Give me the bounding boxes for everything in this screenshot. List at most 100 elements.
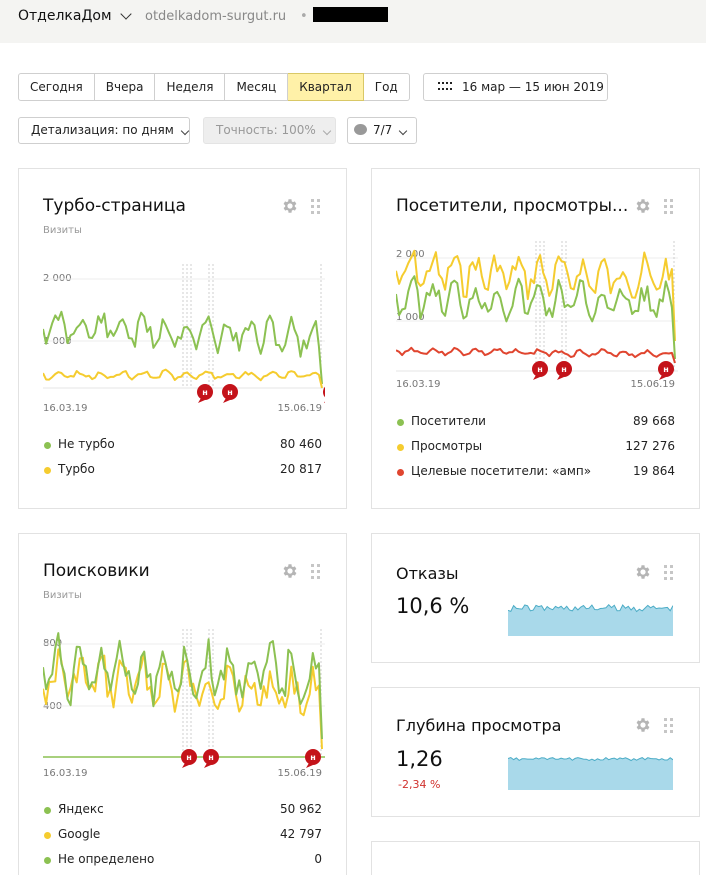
- widget-search-engines: Поисковики Визиты 800 400 ннн 16.03.19 1…: [18, 533, 347, 875]
- site-switcher[interactable]: ОтделкаДом: [18, 8, 132, 24]
- annotation-marker[interactable]: н: [556, 361, 572, 380]
- chevron-down-icon: [399, 126, 408, 136]
- svg-text:н: н: [537, 365, 543, 374]
- annotation-marker[interactable]: н: [305, 749, 321, 768]
- legend-dot: [44, 467, 51, 474]
- annotation-marker[interactable]: н: [181, 749, 197, 768]
- legend-value: 20 817: [280, 462, 322, 476]
- notes-select-label: 7/7: [373, 123, 393, 137]
- period-yesterday-button[interactable]: Вчера: [94, 73, 156, 101]
- legend-label: Просмотры: [411, 439, 483, 453]
- sparkline-area: [508, 757, 673, 790]
- drag-handle-icon[interactable]: [664, 199, 673, 214]
- gear-icon[interactable]: [634, 563, 652, 581]
- comment-icon: [354, 124, 367, 135]
- gear-icon[interactable]: [634, 197, 652, 215]
- widget-next: [371, 841, 700, 875]
- bounce-sparkline: [508, 603, 673, 636]
- legend-item[interactable]: Просмотры 127 276: [396, 439, 675, 455]
- drag-handle-icon[interactable]: [664, 718, 673, 733]
- series-line: [396, 249, 676, 342]
- widget-title: Поисковики: [43, 561, 150, 581]
- date-range-button[interactable]: 16 мар — 15 июн 2019: [423, 73, 608, 101]
- annotation-marker[interactable]: н: [532, 361, 548, 380]
- legend-label: Посетители: [411, 414, 486, 428]
- redacted-block: [313, 7, 388, 22]
- depth-value: 1,26: [396, 747, 443, 771]
- date-range-label: 16 мар — 15 июн 2019: [462, 80, 604, 94]
- period-month-button[interactable]: Месяц: [225, 73, 289, 101]
- drag-handle-icon[interactable]: [664, 565, 673, 580]
- legend-dot: [397, 419, 404, 426]
- detail-select-label: Детализация: по дням: [31, 123, 174, 137]
- x-tick-end: 15.06.19: [277, 768, 322, 779]
- gear-icon[interactable]: [281, 197, 299, 215]
- svg-text:н: н: [310, 753, 316, 762]
- legend-dot: [44, 807, 51, 814]
- legend-value: 127 276: [625, 439, 675, 453]
- legend-value: 50 962: [280, 802, 322, 816]
- legend-label: Турбо: [58, 462, 95, 476]
- depth-sparkline: [508, 756, 673, 790]
- period-switcher: Сегодня Вчера Неделя Месяц Квартал Год: [18, 73, 410, 101]
- drag-handle-icon[interactable]: [311, 564, 320, 579]
- widget-page-depth: Глубина просмотра 1,26 -2,34 %: [371, 687, 700, 817]
- turbo-chart: ннн: [43, 264, 325, 403]
- svg-text:н: н: [561, 365, 567, 374]
- svg-text:н: н: [663, 365, 669, 374]
- chevron-down-icon: [180, 126, 190, 136]
- widget-title: Отказы: [396, 564, 459, 583]
- annotation-marker[interactable]: н: [658, 361, 674, 380]
- widget-title: Турбо-страница: [43, 196, 186, 216]
- widget-subtitle: Визиты: [43, 590, 82, 601]
- period-week-button[interactable]: Неделя: [155, 73, 226, 101]
- drag-handle-icon[interactable]: [311, 199, 320, 214]
- legend-item[interactable]: Турбо 20 817: [43, 462, 322, 478]
- annotation-marker[interactable]: н: [222, 384, 238, 403]
- sparkline-area: [508, 604, 673, 636]
- x-tick-start: 16.03.19: [43, 403, 88, 414]
- detail-select[interactable]: Детализация: по дням: [18, 117, 190, 144]
- period-year-button[interactable]: Год: [363, 73, 410, 101]
- notes-select[interactable]: 7/7: [347, 117, 417, 144]
- svg-text:н: н: [208, 753, 214, 762]
- visitors-chart: ннн: [396, 241, 678, 380]
- legend-label: Google: [58, 827, 101, 841]
- svg-text:н: н: [202, 388, 208, 397]
- site-domain[interactable]: otdelkadom-surgut.ru: [145, 9, 286, 24]
- chevron-down-icon: [119, 8, 132, 20]
- svg-text:н: н: [186, 753, 192, 762]
- annotation-marker[interactable]: н: [197, 384, 213, 403]
- annotation-marker[interactable]: н: [323, 384, 325, 403]
- widget-subtitle: Визиты: [43, 225, 82, 236]
- gear-icon[interactable]: [281, 562, 299, 580]
- top-bar: ОтделкаДом otdelkadom-surgut.ru •: [0, 0, 706, 43]
- legend-dot: [44, 832, 51, 839]
- period-quarter-button[interactable]: Квартал: [288, 73, 364, 101]
- legend-item[interactable]: Не турбо 80 460: [43, 437, 322, 453]
- calendar-icon: [438, 82, 452, 92]
- accuracy-select[interactable]: Точность: 100%: [203, 117, 336, 144]
- svg-text:н: н: [227, 388, 233, 397]
- series-line: [396, 346, 676, 364]
- annotation-marker[interactable]: н: [203, 749, 219, 768]
- widget-visitors: Посетители, просмотры... 2 000 1 000 ннн…: [371, 168, 700, 509]
- site-name: ОтделкаДом: [18, 8, 112, 24]
- legend-value: 80 460: [280, 437, 322, 451]
- legend-dot: [397, 469, 404, 476]
- widget-title: Посетители, просмотры...: [396, 196, 629, 216]
- legend-item[interactable]: Яндекс 50 962: [43, 802, 322, 818]
- legend-item[interactable]: Целевые посетители: «амп» 19 864: [396, 464, 675, 480]
- legend-label: Яндекс: [58, 802, 104, 816]
- period-today-button[interactable]: Сегодня: [18, 73, 95, 101]
- gear-icon[interactable]: [634, 716, 652, 734]
- legend-item[interactable]: Google 42 797: [43, 827, 322, 843]
- legend-item[interactable]: Посетители 89 668: [396, 414, 675, 430]
- x-tick-start: 16.03.19: [43, 768, 88, 779]
- legend-value: 42 797: [280, 827, 322, 841]
- legend-item[interactable]: Не определено 0: [43, 852, 322, 868]
- legend-value: 19 864: [633, 464, 675, 478]
- legend-value: 89 668: [633, 414, 675, 428]
- x-tick-start: 16.03.19: [396, 379, 441, 390]
- chevron-down-icon: [322, 126, 332, 136]
